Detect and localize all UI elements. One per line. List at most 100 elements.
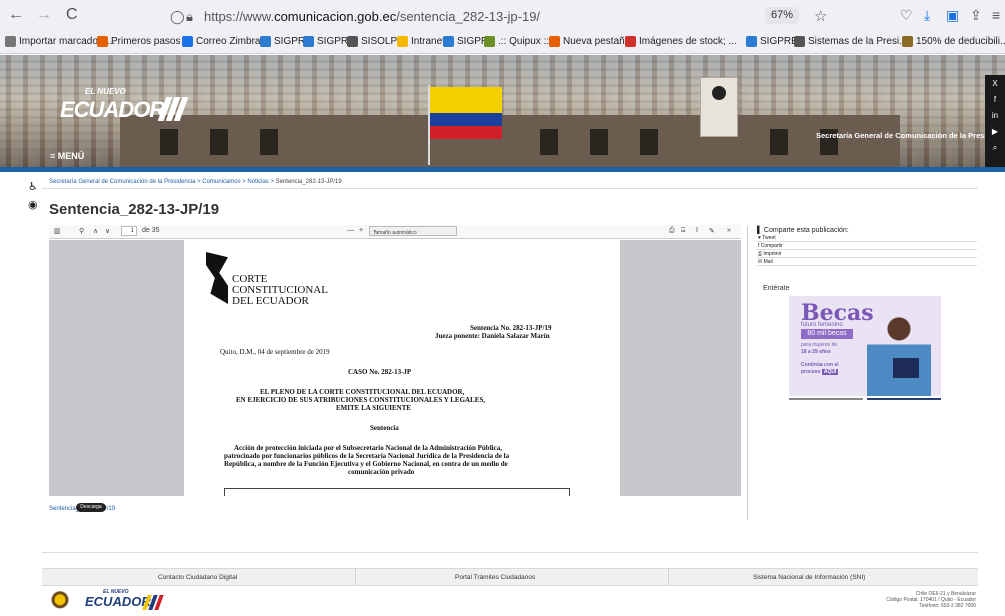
site-logo[interactable]: EL NUEVO ECUADOR: [60, 87, 190, 143]
bookmark-label: Intranet: [411, 36, 445, 47]
back-button[interactable]: ←: [8, 7, 24, 23]
bookmark-label: Sistemas de la Presi...: [808, 36, 908, 47]
share-title: ▌ Comparte esta publicación:: [757, 227, 849, 234]
breadcrumb: Secretaría General de Comunicación de la…: [49, 179, 342, 185]
body-line-1: Acción de protección iniciada por el Sub…: [234, 444, 502, 452]
bookmark-label: Nueva pestaña: [563, 36, 631, 47]
draw-tool-icon[interactable]: ✎: [709, 227, 715, 235]
accessibility-icon[interactable]: ♿︎: [28, 180, 38, 198]
footer-link-tramites[interactable]: Portal Trámites Ciudadanos: [455, 574, 535, 581]
lock-icon[interactable]: 🔒︎: [186, 9, 193, 25]
youtube-icon[interactable]: ▶: [985, 125, 1005, 139]
body-line-3: República, a nombre de la Función Ejecut…: [224, 460, 508, 468]
next-page-icon[interactable]: ∨: [105, 227, 110, 235]
zoom-in-button[interactable]: +: [359, 227, 363, 234]
sidebar-divider: [747, 226, 748, 520]
menu-icon[interactable]: ≡: [992, 7, 1000, 23]
ad-line-4: proceso AQUÍ: [801, 369, 839, 375]
footer-link-sni[interactable]: Sistema Nacional de Información (SNI): [753, 574, 865, 581]
sidebar-toggle-icon[interactable]: ▥: [54, 227, 61, 235]
download-icon[interactable]: ⤓: [924, 7, 930, 24]
clock-tower: [700, 77, 738, 137]
bookmark-item[interactable]: SISOLP: [347, 36, 397, 47]
bookmark-favicon-icon: [902, 36, 913, 47]
bookmark-item[interactable]: 150% de deducibili...: [902, 36, 1005, 47]
previous-page-icon[interactable]: ∧: [93, 227, 98, 235]
print-link[interactable]: ⎙ Imprimir: [757, 250, 977, 258]
footer-link-contacto[interactable]: Contacto Ciudadano Digital: [158, 574, 237, 581]
bookmark-favicon-icon: [549, 36, 560, 47]
search-icon[interactable]: ⚲: [79, 227, 84, 235]
plaza-building: [120, 115, 900, 167]
footer-address: Chile OE6-21 y Benalcázar Código Postal:…: [886, 591, 976, 609]
jueza-ponente: Jueza ponente: Daniela Salazar Marín: [435, 332, 550, 340]
bookmark-item[interactable]: Primeros pasos: [97, 36, 180, 47]
download-button[interactable]: Descarga: [76, 503, 106, 512]
body-line-4: comunicación privado: [348, 468, 415, 476]
page-total: de 35: [142, 227, 160, 234]
header-banner: EL NUEVO ECUADOR ≡ MENÚ Secretaría Gener…: [0, 55, 1005, 167]
browser-chrome: ← → C ◯ 🔒︎ https://www.comunicacion.gob.…: [0, 0, 1005, 54]
menu-button[interactable]: ≡ MENÚ: [50, 151, 84, 161]
facebook-icon[interactable]: f: [985, 93, 1005, 107]
social-links: X f in ▶ ⌕: [985, 75, 1005, 167]
navigation-bar: ← → C ◯ 🔒︎ https://www.comunicacion.gob.…: [0, 0, 1005, 31]
bookmark-favicon-icon: [397, 36, 408, 47]
forward-button[interactable]: →: [36, 7, 52, 23]
pocket-icon[interactable]: ♡: [900, 7, 913, 24]
bookmark-favicon-icon: [625, 36, 636, 47]
institution-caption: Secretaría General de Comunicación de la…: [816, 131, 1005, 140]
text-tool-icon[interactable]: I: [696, 227, 698, 234]
zoom-out-button[interactable]: —: [347, 227, 354, 234]
url-bar[interactable]: ◯ 🔒︎ https://www.comunicacion.gob.ec/sen…: [148, 4, 827, 28]
url-text[interactable]: https://www.comunicacion.gob.ec/sentenci…: [204, 9, 540, 24]
ecuador-flag: [430, 87, 502, 139]
breadcrumb-current: Sentencia_282-13-JP/19: [275, 179, 342, 185]
search-icon[interactable]: ⌕: [985, 141, 1005, 155]
bookmark-item[interactable]: Sistemas de la Presi...: [794, 36, 907, 47]
pdf-page: CORTE CONSTITUCIONAL DEL ECUADOR Sentenc…: [184, 240, 620, 496]
mail-link[interactable]: ✉ Mail: [757, 258, 977, 266]
court-name: CORTE CONSTITUCIONAL DEL ECUADOR: [232, 273, 328, 307]
tweet-link[interactable]: ♥ Tweet: [757, 234, 977, 242]
content-box: [224, 488, 570, 496]
bookmark-favicon-icon: [182, 36, 193, 47]
share-icon[interactable]: ⇪: [970, 7, 982, 24]
bookmark-item[interactable]: Nueva pestaña: [549, 36, 630, 47]
page-title: Sentencia_282-13-JP/19: [49, 201, 220, 218]
screenshot-icon[interactable]: ▣: [946, 7, 959, 24]
becas-ad-banner[interactable]: Becas futuro femenino 80 mil becas para …: [789, 296, 941, 396]
breadcrumb-links[interactable]: Secretaría General de Comunicación de la…: [49, 179, 276, 185]
sentencia-number: Sentencia No. 282-13-JP/19: [470, 324, 552, 332]
pleno-line-3: EMITE LA SIGUIENTE: [336, 404, 412, 412]
bookmark-item[interactable]: Correo Zimbra: [182, 36, 260, 47]
eye-icon[interactable]: ◉: [28, 198, 38, 216]
place-date: Quito, D.M., 04 de septiembre de 2019: [220, 348, 330, 356]
bookmark-label: 150% de deducibili...: [916, 36, 1005, 47]
bookmark-star-icon[interactable]: ☆: [814, 7, 827, 25]
carousel-indicators[interactable]: [789, 398, 941, 401]
bookmark-favicon-icon: [443, 36, 454, 47]
ad-line-3: Continúa con el: [801, 362, 839, 368]
instagram-icon[interactable]: in: [985, 109, 1005, 123]
pdf-viewer[interactable]: CORTE CONSTITUCIONAL DEL ECUADOR Sentenc…: [49, 240, 741, 496]
reload-button[interactable]: C: [66, 7, 78, 23]
bookmark-item[interactable]: SIGPRE: [746, 36, 798, 47]
bookmark-item[interactable]: .:: Quipux ::.: [484, 36, 552, 47]
shield-icon[interactable]: ◯: [170, 9, 185, 25]
zoom-level-badge[interactable]: 67%: [765, 7, 799, 24]
print-icon[interactable]: ⎙: [669, 227, 675, 235]
bookmark-label: Imágenes de stock; ...: [639, 36, 737, 47]
page-number-input[interactable]: 1: [121, 226, 137, 236]
bookmark-item[interactable]: Intranet: [397, 36, 445, 47]
bookmark-label: SIGPRE: [760, 36, 798, 47]
zoom-select[interactable]: Tamaño automático ⌄: [369, 226, 457, 236]
bookmark-item[interactable]: Imágenes de stock; ...: [625, 36, 737, 47]
bookmark-favicon-icon: [794, 36, 805, 47]
pleno-line-2: EN EJERCICIO DE SUS ATRIBUCIONES CONSTIT…: [236, 396, 486, 404]
facebook-share-link[interactable]: f Compartir: [757, 242, 977, 250]
more-tools-icon[interactable]: »: [727, 227, 731, 234]
save-icon[interactable]: ⍈: [681, 227, 685, 235]
ad-line-2: 18 a 29 años: [801, 349, 831, 355]
x-icon[interactable]: X: [985, 77, 1005, 91]
